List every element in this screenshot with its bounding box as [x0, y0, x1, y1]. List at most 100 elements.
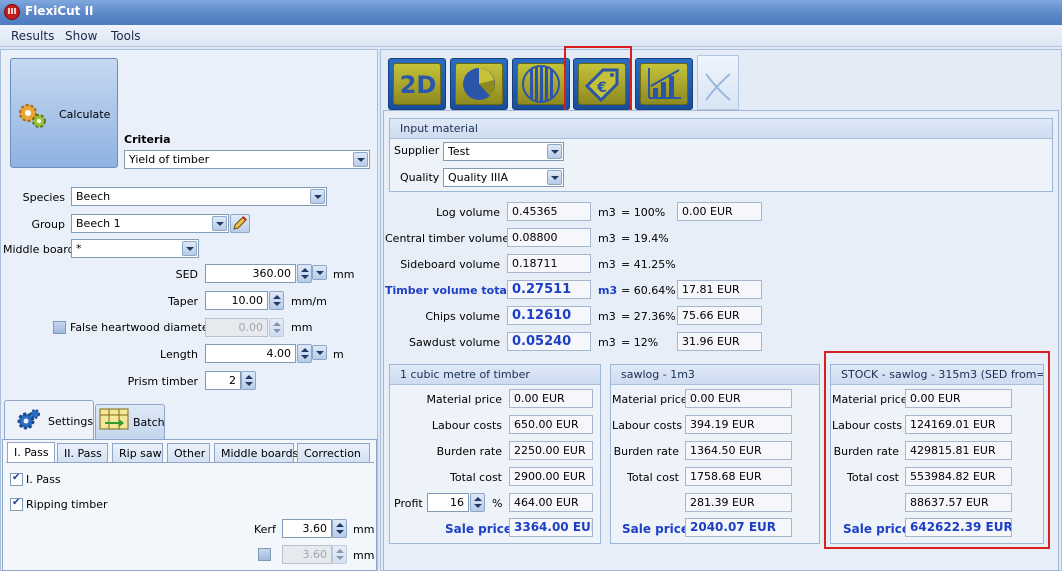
cubic-sale-value: 3364.00 EUR	[509, 518, 593, 537]
length-input[interactable]: 4.00	[205, 344, 296, 363]
kerf-input[interactable]: 3.60	[282, 519, 332, 538]
profit-percent-input[interactable]: 16	[427, 493, 469, 512]
calculate-label: Calculate	[59, 108, 111, 121]
sawlog-profit-value: 281.39 EUR	[685, 493, 792, 512]
chevron-down-icon[interactable]	[310, 189, 325, 204]
supplier-select[interactable]: Test	[443, 142, 564, 161]
length-spinner[interactable]	[297, 344, 312, 363]
volume-label: Sawdust volume	[409, 336, 500, 349]
volume-label: Timber volume total	[385, 284, 511, 297]
menu-tools[interactable]: Tools	[111, 29, 141, 43]
view-2d-button[interactable]: 2D	[388, 58, 446, 110]
ripping-label: Ripping timber	[26, 498, 108, 511]
prism-input[interactable]: 2	[205, 371, 241, 390]
cubic-total-value: 2900.00 EUR	[509, 467, 593, 486]
chevron-down-icon[interactable]	[353, 152, 368, 167]
cross-section-button[interactable]	[512, 58, 570, 110]
volume-value: 0.05240	[507, 332, 591, 351]
cross-section-icon	[517, 63, 565, 105]
taper-input[interactable]: 10.00	[205, 291, 268, 310]
group-value: Beech 1	[76, 217, 121, 230]
sawlog-header: sawlog - 1m3	[611, 365, 819, 385]
sed-input[interactable]: 360.00	[205, 264, 296, 283]
volume-value: 0.27511	[507, 280, 591, 299]
taper-spinner[interactable]	[269, 291, 284, 310]
ipass-checkbox[interactable]	[10, 472, 23, 486]
species-select[interactable]: Beech	[71, 187, 327, 206]
sed-unit: mm	[333, 268, 355, 281]
length-unit: m	[333, 348, 344, 361]
false-heartwood-label: False heartwood diameter	[70, 321, 214, 334]
crossing-lines-icon	[705, 73, 731, 101]
sawlog-sale-label: Sale price	[622, 522, 690, 536]
pie-chart-button[interactable]	[450, 58, 508, 110]
chevron-down-icon[interactable]	[547, 144, 562, 159]
length-dropdown-icon[interactable]	[312, 345, 327, 360]
false-heartwood-spinner[interactable]	[269, 318, 284, 337]
cubic-material-label: Material price	[426, 393, 502, 406]
menu-results[interactable]: Results	[11, 29, 54, 43]
profit-spinner[interactable]	[470, 493, 485, 512]
calculate-button[interactable]: Calculate	[10, 58, 118, 168]
sed-spinner[interactable]	[297, 264, 312, 283]
middle-board-select[interactable]: *	[71, 239, 199, 258]
bar-chart-button[interactable]	[635, 58, 693, 110]
edit-pencil-icon[interactable]	[230, 214, 250, 233]
kerf-spinner[interactable]	[332, 519, 347, 538]
subtab-correction[interactable]: Correction	[297, 443, 370, 462]
price-button-highlight	[564, 46, 632, 114]
kerf-unit: mm	[353, 523, 375, 536]
volume-pct: = 41.25%	[621, 258, 676, 271]
species-value: Beech	[76, 190, 111, 203]
subtab-ipass[interactable]: I. Pass	[7, 442, 55, 463]
2d-label: 2D	[399, 71, 437, 99]
volume-label: Sideboard volume	[400, 258, 500, 271]
volume-eur: 75.66 EUR	[677, 306, 762, 325]
subtab-iipass[interactable]: II. Pass	[57, 443, 108, 462]
subtab-rip-saw[interactable]: Rip saw	[112, 443, 163, 462]
middle-board-value: *	[76, 242, 82, 255]
settings-tab[interactable]: Settings	[4, 400, 94, 440]
menu-show[interactable]: Show	[65, 29, 97, 43]
batch-tab-label: Batch	[133, 416, 165, 429]
2d-view-icon: 2D	[393, 63, 441, 105]
prism-label: Prism timber	[127, 375, 198, 388]
kerf2-input[interactable]: 3.60	[282, 545, 332, 564]
cubic-total-label: Total cost	[449, 471, 502, 484]
pie-chart-icon	[455, 63, 503, 105]
criteria-value: Yield of timber	[129, 153, 210, 166]
ripping-checkbox[interactable]	[10, 497, 23, 511]
quality-label: Quality	[400, 171, 440, 184]
compare-button[interactable]	[697, 55, 739, 110]
sed-label: SED	[175, 268, 198, 281]
false-heartwood-input[interactable]: 0.00	[205, 318, 268, 337]
profit-label: Profit	[394, 497, 423, 510]
kerf2-checkbox[interactable]	[258, 548, 271, 561]
batch-icon	[99, 408, 129, 430]
group-select[interactable]: Beech 1	[71, 214, 229, 233]
chevron-down-icon[interactable]	[547, 170, 562, 185]
quality-select[interactable]: Quality IIIA	[443, 168, 564, 187]
cubic-labour-label: Labour costs	[431, 419, 502, 432]
subtab-other[interactable]: Other	[167, 443, 210, 462]
sed-dropdown-icon[interactable]	[312, 265, 327, 280]
false-heartwood-checkbox[interactable]	[53, 321, 66, 334]
chevron-down-icon[interactable]	[212, 216, 227, 231]
settings-tab-label: Settings	[48, 415, 94, 428]
cubic-burden-label: Burden rate	[436, 445, 502, 458]
gears-icon	[19, 104, 46, 128]
batch-tab[interactable]: Batch	[95, 404, 165, 440]
volume-eur: 17.81 EUR	[677, 280, 762, 299]
profit-percent-sign: %	[492, 497, 503, 510]
prism-spinner[interactable]	[241, 371, 256, 390]
sawlog-total-value: 1758.68 EUR	[685, 467, 792, 486]
volume-eur: 31.96 EUR	[677, 332, 762, 351]
kerf2-spinner[interactable]	[332, 545, 347, 564]
window-title: FlexiCut II	[25, 4, 94, 18]
chevron-down-icon[interactable]	[182, 241, 197, 256]
subtab-middle-boards[interactable]: Middle boards	[214, 443, 298, 462]
supplier-value: Test	[448, 145, 470, 158]
cubic-header: 1 cubic metre of timber	[390, 365, 600, 385]
criteria-select[interactable]: Yield of timber	[124, 150, 370, 169]
sawlog-labour-label: Labour costs	[612, 419, 683, 432]
